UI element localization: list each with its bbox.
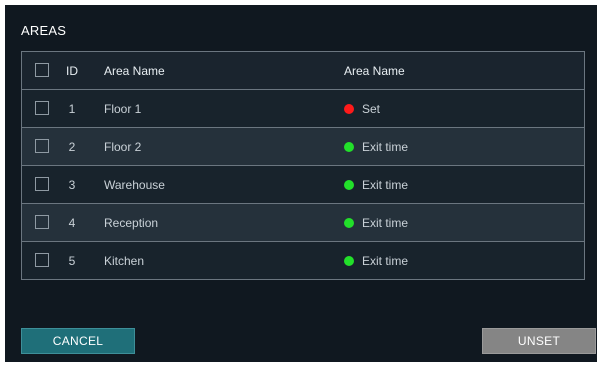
row-id: 4 (68, 215, 76, 230)
row-area-name: Warehouse (104, 177, 165, 192)
status-text: Exit time (362, 177, 409, 192)
table-row[interactable]: 3 Warehouse Exit time (22, 165, 584, 203)
status-dot-icon (344, 103, 354, 114)
status-text: Set (362, 101, 381, 116)
status-text: Exit time (362, 253, 409, 268)
header-id: ID (66, 63, 78, 78)
status-dot-icon (344, 141, 354, 152)
row-checkbox[interactable] (35, 253, 49, 267)
row-checkbox[interactable] (35, 177, 49, 191)
table-row[interactable]: 2 Floor 2 Exit time (22, 127, 584, 165)
row-area-name: Floor 1 (104, 101, 142, 116)
cancel-button[interactable]: CANCEL (21, 328, 135, 354)
row-id: 1 (68, 101, 76, 116)
row-area-name: Kitchen (104, 253, 145, 268)
row-status: Exit time (344, 216, 408, 230)
select-all-checkbox[interactable] (35, 63, 49, 77)
row-checkbox[interactable] (35, 101, 49, 115)
table-row[interactable]: 5 Kitchen Exit time (22, 241, 584, 279)
areas-panel: AREAS ID Area Name Area Name 1 Floor 1 S… (5, 5, 597, 362)
status-text: Exit time (362, 215, 409, 230)
row-status: Exit time (344, 140, 408, 154)
status-dot-icon (344, 179, 354, 190)
row-status: Exit time (344, 178, 408, 192)
status-dot-icon (344, 255, 354, 266)
areas-table: ID Area Name Area Name 1 Floor 1 Set 2 F… (21, 51, 585, 280)
row-checkbox[interactable] (35, 139, 49, 153)
header-area-name: Area Name (104, 63, 165, 78)
table-row[interactable]: 4 Reception Exit time (22, 203, 584, 241)
row-area-name: Floor 2 (104, 139, 142, 154)
table-row[interactable]: 1 Floor 1 Set (22, 89, 584, 127)
table-header: ID Area Name Area Name (22, 52, 584, 89)
status-text: Exit time (362, 139, 409, 154)
page-title: AREAS (21, 23, 67, 38)
row-status: Exit time (344, 254, 408, 268)
row-checkbox[interactable] (35, 215, 49, 229)
row-status: Set (344, 102, 380, 116)
header-area-status: Area Name (344, 63, 405, 78)
unset-button[interactable]: UNSET (482, 328, 596, 354)
status-dot-icon (344, 217, 354, 228)
row-id: 2 (68, 139, 76, 154)
row-area-name: Reception (104, 215, 159, 230)
row-id: 3 (68, 177, 76, 192)
row-id: 5 (68, 253, 76, 268)
